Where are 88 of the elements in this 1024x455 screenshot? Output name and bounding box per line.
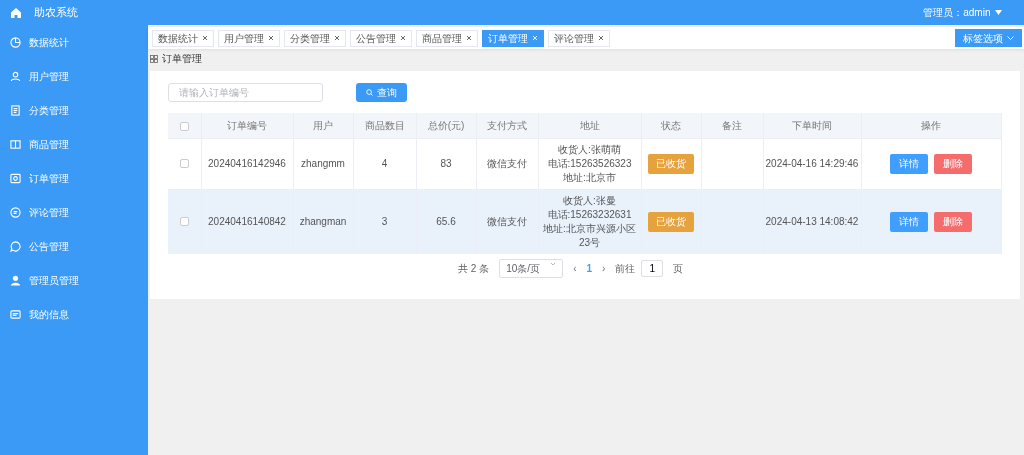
table-cell: 3 <box>381 215 388 227</box>
person-icon <box>10 274 21 286</box>
page-suffix: 页 <box>673 261 684 276</box>
address-line: 收货人:张萌萌 <box>557 142 622 157</box>
sidebar-item[interactable]: 管理员管理 <box>0 263 148 297</box>
tab[interactable]: 评论管理 <box>548 29 610 47</box>
sidebar-item[interactable]: 评论管理 <box>0 195 148 229</box>
table-cell: 65.6 <box>436 215 456 227</box>
status-badge: 已收货 <box>648 211 694 232</box>
app-title: 助农系统 <box>34 5 78 21</box>
table-cell: 微信支付 <box>487 215 527 227</box>
column-header: 支付方式 <box>487 119 527 131</box>
delete-button[interactable]: 删除 <box>934 153 972 174</box>
receipt-icon <box>10 172 21 184</box>
tab[interactable]: 订单管理 <box>482 29 544 47</box>
details-button[interactable]: 详情 <box>890 211 928 232</box>
address-line: 电话:15263232631 <box>546 207 633 222</box>
sidebar-item[interactable]: 商品管理 <box>0 127 148 161</box>
tab[interactable]: 商品管理 <box>416 29 478 47</box>
search-field[interactable]: 请输入订单编号 <box>168 83 323 102</box>
column-header: 用户 <box>313 119 333 131</box>
caret-icon <box>994 10 1002 15</box>
checkbox[interactable] <box>179 121 189 131</box>
goto-label: 前往 <box>615 261 636 276</box>
status-badge: 已收货 <box>648 153 694 174</box>
table-cell: 2024-04-13 14:08:42 <box>765 215 859 227</box>
tab[interactable]: 公告管理 <box>350 29 412 47</box>
checkbox[interactable] <box>179 159 189 169</box>
close-icon[interactable] <box>268 35 274 41</box>
chat-icon <box>10 240 21 252</box>
page-number[interactable]: 1 <box>586 260 593 276</box>
sidebar-item[interactable]: 分类管理 <box>0 93 148 127</box>
home-icon <box>10 6 22 19</box>
sidebar-item[interactable]: 我的信息 <box>0 297 148 331</box>
delete-button[interactable]: 删除 <box>934 211 972 232</box>
tab[interactable]: 数据统计 <box>152 29 214 47</box>
table-cell: 微信支付 <box>487 157 527 169</box>
document-icon <box>10 104 21 116</box>
chevron-down-icon <box>550 260 557 267</box>
column-header: 备注 <box>722 119 742 131</box>
column-header: 下单时间 <box>792 119 832 131</box>
table-cell: 20240416142946 <box>208 157 286 169</box>
grid-icon <box>150 54 158 63</box>
user-menu[interactable]: 管理员：admin <box>923 5 1002 20</box>
checkbox[interactable] <box>179 217 189 227</box>
tab-options-button[interactable]: 标签选项 <box>954 29 1022 47</box>
table-cell: 83 <box>440 157 452 169</box>
address-line: 地址:北京市兴源小区23号 <box>542 221 637 250</box>
book-icon <box>10 138 21 150</box>
details-button[interactable]: 详情 <box>890 153 928 174</box>
page-size-select[interactable]: 10条/页 <box>499 258 564 278</box>
chart-icon <box>10 36 21 48</box>
tab[interactable]: 分类管理 <box>284 29 346 47</box>
close-icon[interactable] <box>598 35 604 41</box>
sidebar-item[interactable]: 用户管理 <box>0 59 148 93</box>
address-line: 收货人:张曼 <box>562 193 617 208</box>
search-icon <box>366 89 373 96</box>
user-icon <box>10 70 21 82</box>
column-header: 商品数目 <box>364 119 405 131</box>
page-input[interactable]: 1 <box>641 259 664 277</box>
previous-page-button[interactable]: ‹ <box>573 260 577 276</box>
column-header: 操作 <box>921 119 941 131</box>
close-icon[interactable] <box>334 35 340 41</box>
id-card-icon <box>10 308 21 320</box>
sidebar-item[interactable]: 订单管理 <box>0 161 148 195</box>
table-cell: 4 <box>381 157 388 169</box>
table-cell: zhangman <box>299 215 347 227</box>
address-line: 地址:北京市 <box>562 170 617 185</box>
column-header: 状态 <box>661 119 681 131</box>
close-icon[interactable] <box>202 35 208 41</box>
search-button[interactable]: 查询 <box>356 83 407 102</box>
table-cell: 2024-04-16 14:29:46 <box>765 157 859 169</box>
next-page-button[interactable]: › <box>602 260 606 276</box>
total-count: 共 2 条 <box>458 261 490 276</box>
table-cell: zhangmm <box>301 157 345 169</box>
column-header: 订单编号 <box>227 119 267 131</box>
sidebar-item[interactable]: 公告管理 <box>0 229 148 263</box>
tab[interactable]: 用户管理 <box>218 29 280 47</box>
comment-icon <box>10 206 21 218</box>
sidebar-item[interactable]: 数据统计 <box>0 25 148 59</box>
close-icon[interactable] <box>466 35 472 41</box>
chevron-down-icon <box>1006 35 1014 41</box>
breadcrumb: 订单管理 <box>162 52 202 66</box>
close-icon[interactable] <box>400 35 406 41</box>
table-cell: 20240416140842 <box>208 215 286 227</box>
column-header: 总价(元) <box>427 119 465 131</box>
address-line: 电话:15263526323 <box>546 156 633 171</box>
column-header: 地址 <box>579 119 600 131</box>
